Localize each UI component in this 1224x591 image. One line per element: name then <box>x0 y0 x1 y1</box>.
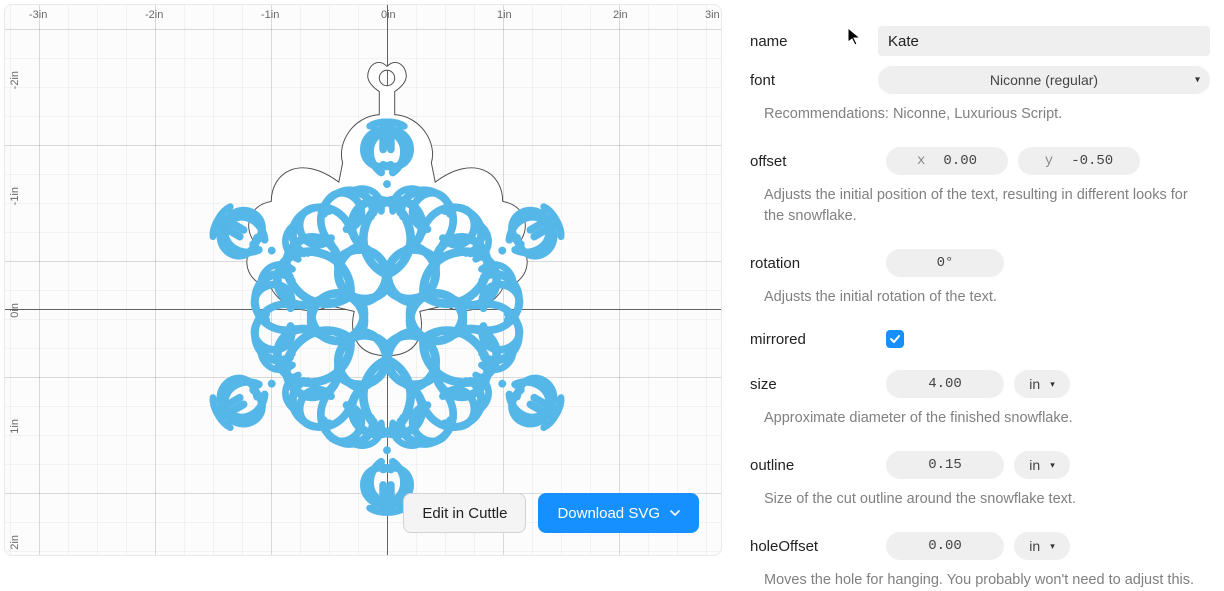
outline-field[interactable]: 0.15 <box>886 451 1004 479</box>
offset-y-field[interactable]: y -0.50 <box>1018 147 1140 175</box>
offset-hint: Adjusts the initial position of the text… <box>764 185 1210 227</box>
rotation-hint: Adjusts the initial rotation of the text… <box>764 287 1210 308</box>
properties-panel: name font Niconne (regular) ▾ Recommenda… <box>750 4 1210 558</box>
label-size: size <box>750 376 878 393</box>
axis-x <box>5 309 721 310</box>
ruler-tick: -2in <box>145 9 163 21</box>
font-select[interactable]: Niconne (regular) ▾ <box>878 66 1210 94</box>
rotation-value: 0° <box>937 255 954 271</box>
chevron-down-icon: ▾ <box>1195 75 1200 86</box>
chevron-down-icon <box>670 508 680 518</box>
ruler-tick: -3in <box>29 9 47 21</box>
label-holeoffset: holeOffset <box>750 538 878 555</box>
holeoffset-unit-value: in <box>1029 538 1040 554</box>
holeoffset-field[interactable]: 0.00 <box>886 532 1004 560</box>
design-canvas[interactable]: -3in -2in -1in 0in 1in 2in 3in -2in -1in… <box>4 4 722 556</box>
ruler-tick: 1in <box>497 9 512 21</box>
font-hint: Recommendations: Niconne, Luxurious Scri… <box>764 104 1210 125</box>
canvas-grid <box>5 5 721 555</box>
outline-unit-value: in <box>1029 457 1040 473</box>
label-name: name <box>750 33 878 50</box>
offset-x-field[interactable]: x 0.00 <box>886 147 1008 175</box>
axis-y <box>387 5 388 555</box>
offset-y-value: -0.50 <box>1071 153 1113 169</box>
rotation-field[interactable]: 0° <box>886 249 1004 277</box>
offset-x-value: 0.00 <box>943 153 977 169</box>
row-name: name <box>750 26 1210 56</box>
button-label: Edit in Cuttle <box>422 505 507 522</box>
row-rotation: rotation 0° <box>750 249 1210 277</box>
ruler-tick: 0in <box>9 303 21 318</box>
chevron-down-icon: ▾ <box>1050 460 1055 471</box>
size-hint: Approximate diameter of the finished sno… <box>764 408 1210 429</box>
row-mirrored: mirrored <box>750 330 1210 348</box>
row-outline: outline 0.15 in ▾ <box>750 451 1210 479</box>
chevron-down-icon: ▾ <box>1050 379 1055 390</box>
mirrored-checkbox[interactable] <box>886 330 904 348</box>
row-offset: offset x 0.00 y -0.50 <box>750 147 1210 175</box>
ruler-tick: -2in <box>9 71 21 89</box>
font-value: Niconne (regular) <box>990 72 1098 88</box>
ruler-tick: 2in <box>613 9 628 21</box>
label-offset: offset <box>750 153 878 170</box>
label-rotation: rotation <box>750 255 878 272</box>
ruler-tick: 3in <box>705 9 720 21</box>
label-font: font <box>750 72 878 89</box>
holeoffset-value: 0.00 <box>928 538 962 554</box>
size-unit-select[interactable]: in ▾ <box>1014 370 1070 398</box>
ruler-tick: 0in <box>381 9 396 21</box>
size-unit-value: in <box>1029 376 1040 392</box>
download-svg-button[interactable]: Download SVG <box>538 493 699 533</box>
axis-letter-y: y <box>1045 153 1053 169</box>
holeoffset-hint: Moves the hole for hanging. You probably… <box>764 570 1210 591</box>
size-field[interactable]: 4.00 <box>886 370 1004 398</box>
ruler-tick: -1in <box>261 9 279 21</box>
holeoffset-unit-select[interactable]: in ▾ <box>1014 532 1070 560</box>
ruler-tick: 1in <box>9 419 21 434</box>
canvas-actions: Edit in Cuttle Download SVG <box>403 493 699 533</box>
chevron-down-icon: ▾ <box>1050 541 1055 552</box>
label-outline: outline <box>750 457 878 474</box>
label-mirrored: mirrored <box>750 331 878 348</box>
outline-value: 0.15 <box>928 457 962 473</box>
ruler-tick: -1in <box>9 187 21 205</box>
edit-in-cuttle-button[interactable]: Edit in Cuttle <box>403 493 526 533</box>
row-size: size 4.00 in ▾ <box>750 370 1210 398</box>
outline-hint: Size of the cut outline around the snowf… <box>764 489 1210 510</box>
button-label: Download SVG <box>557 505 660 522</box>
row-font: font Niconne (regular) ▾ <box>750 66 1210 94</box>
axis-letter-x: x <box>917 153 925 169</box>
name-field[interactable] <box>878 26 1210 56</box>
row-holeoffset: holeOffset 0.00 in ▾ <box>750 532 1210 560</box>
outline-unit-select[interactable]: in ▾ <box>1014 451 1070 479</box>
size-value: 4.00 <box>928 376 962 392</box>
ruler-tick: 2in <box>9 535 21 550</box>
